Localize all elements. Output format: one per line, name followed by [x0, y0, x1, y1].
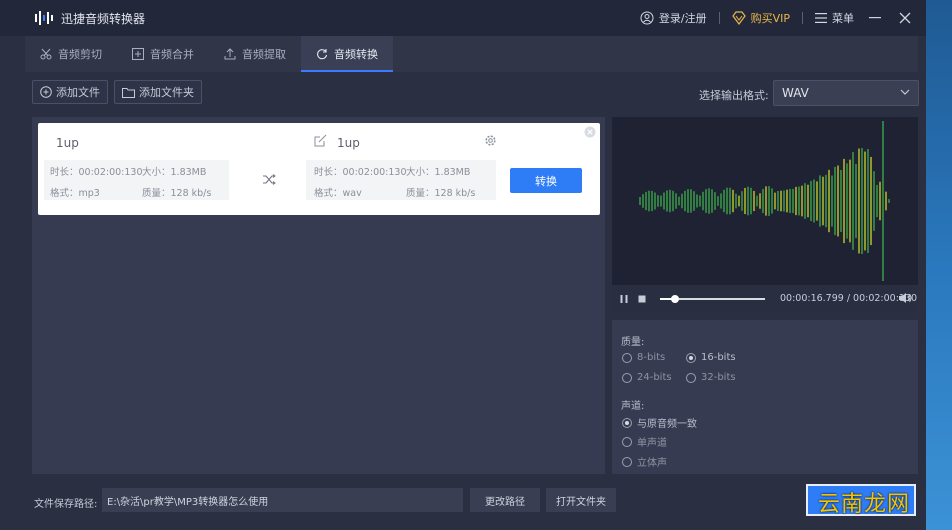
title-bar: 迅捷音频转换器 登录/注册 购买VIP 菜单 [0, 0, 926, 36]
waveform-panel [612, 117, 918, 285]
radio-label: 24-bits [637, 372, 672, 383]
radio-dot [686, 372, 696, 383]
upload-icon [224, 48, 236, 60]
convert-button[interactable]: 转换 [510, 168, 582, 193]
tab-label: 音频提取 [242, 48, 286, 61]
channel-radio-mono[interactable]: 单声道 [622, 434, 667, 449]
tab-label: 音频合并 [150, 48, 194, 61]
channel-radio-stereo[interactable]: 立体声 [622, 454, 667, 469]
user-icon [640, 11, 654, 25]
tab-audio-extract[interactable]: 音频提取 [209, 36, 301, 72]
add-folder-button[interactable]: 添加文件夹 [114, 80, 202, 104]
stop-icon[interactable] [637, 294, 647, 304]
source-duration: 时长：00:02:00:130 [50, 167, 143, 178]
close-icon [899, 12, 911, 24]
quality-radio-32bits[interactable]: 32-bits [686, 372, 736, 383]
channel-label: 声道: [621, 401, 645, 412]
tab-audio-convert[interactable]: 音频转换 [301, 36, 393, 72]
desktop-background [926, 0, 952, 530]
divider [802, 12, 803, 24]
tab-audio-merge[interactable]: 音频合并 [117, 36, 209, 72]
output-format-value: WAV [782, 86, 809, 100]
tab-label: 音频转换 [334, 48, 378, 61]
source-file-name: 1up [56, 136, 79, 150]
login-button[interactable]: 登录/注册 [640, 10, 707, 26]
save-path-field[interactable]: E:\杂活\pr教学\MP3转换器怎么使用 [102, 488, 463, 512]
tab-audio-cut[interactable]: 音频剪切 [25, 36, 117, 72]
audio-settings-panel [612, 320, 918, 474]
merge-icon [132, 48, 144, 60]
menu-label: 菜单 [832, 12, 854, 25]
radio-label: 立体声 [637, 458, 667, 469]
divider [718, 12, 720, 24]
app-logo-icon [35, 11, 53, 25]
radio-dot [622, 436, 632, 447]
radio-dot [622, 456, 632, 467]
radio-label: 32-bits [701, 372, 736, 383]
volume-icon[interactable] [898, 292, 912, 304]
radio-dot [622, 352, 632, 363]
vip-label: 购买VIP [750, 12, 790, 25]
target-size: 大小：1.83MB [406, 167, 471, 178]
quality-radio-24bits[interactable]: 24-bits [622, 372, 672, 383]
watermark: 云南龙网 [818, 492, 911, 517]
tab-label: 音频剪切 [58, 48, 102, 61]
quality-radio-8bits[interactable]: 8-bits [622, 352, 665, 363]
pause-icon[interactable] [619, 294, 629, 304]
add-folder-label: 添加文件夹 [139, 86, 194, 99]
shuffle-icon [263, 174, 276, 185]
hamburger-icon [815, 13, 827, 23]
radio-label: 与原音频一致 [637, 419, 697, 430]
target-quality: 质量：128 kb/s [406, 188, 476, 199]
target-format: 格式：wav [314, 188, 362, 199]
refresh-icon [317, 49, 328, 60]
open-folder-button[interactable]: 打开文件夹 [546, 488, 616, 512]
quality-radio-16bits[interactable]: 16-bits [686, 352, 736, 363]
radio-label: 8-bits [637, 352, 666, 363]
source-format: 格式：mp3 [50, 188, 100, 199]
output-format-label: 选择输出格式: [699, 89, 769, 102]
playback-time: 00:00:16.799 / 00:02:00:130 [780, 293, 918, 304]
playback-progress[interactable] [660, 295, 765, 303]
app-title: 迅捷音频转换器 [61, 12, 146, 26]
minimize-button[interactable] [866, 9, 884, 27]
menu-button[interactable]: 菜单 [815, 10, 854, 26]
change-path-button[interactable]: 更改路径 [470, 488, 540, 512]
radio-dot [622, 372, 632, 383]
audio-waveform [639, 121, 890, 281]
target-file-name: 1up [337, 136, 360, 150]
minimize-icon [869, 17, 881, 19]
radio-label: 单声道 [637, 438, 667, 449]
remove-file-icon[interactable] [584, 126, 596, 138]
radio-dot [622, 417, 632, 428]
add-file-button[interactable]: 添加文件 [32, 80, 108, 104]
login-label: 登录/注册 [658, 12, 707, 25]
playback-progress-knob[interactable] [670, 295, 679, 303]
plus-circle-icon [40, 86, 52, 98]
source-size: 大小：1.83MB [142, 167, 207, 178]
main-tabs: 音频剪切 音频合并 音频提取 音频转换 [25, 36, 918, 72]
source-quality: 质量：128 kb/s [142, 188, 212, 199]
buy-vip-button[interactable]: 购买VIP [731, 10, 790, 26]
scissors-icon [40, 48, 52, 60]
quality-label: 质量: [621, 337, 645, 348]
edit-icon[interactable] [314, 134, 327, 147]
output-format-select[interactable]: WAV [773, 80, 919, 106]
radio-dot [686, 352, 696, 363]
folder-icon [122, 87, 135, 98]
gear-icon[interactable] [484, 134, 497, 147]
channel-radio-original[interactable]: 与原音频一致 [622, 415, 697, 430]
radio-label: 16-bits [701, 352, 736, 363]
close-button[interactable] [896, 9, 914, 27]
add-file-label: 添加文件 [56, 86, 100, 99]
save-path-label: 文件保存路径: [34, 499, 98, 510]
chevron-down-icon [900, 89, 910, 95]
vip-diamond-icon [731, 11, 746, 25]
target-duration: 时长：00:02:00:130 [314, 167, 407, 178]
